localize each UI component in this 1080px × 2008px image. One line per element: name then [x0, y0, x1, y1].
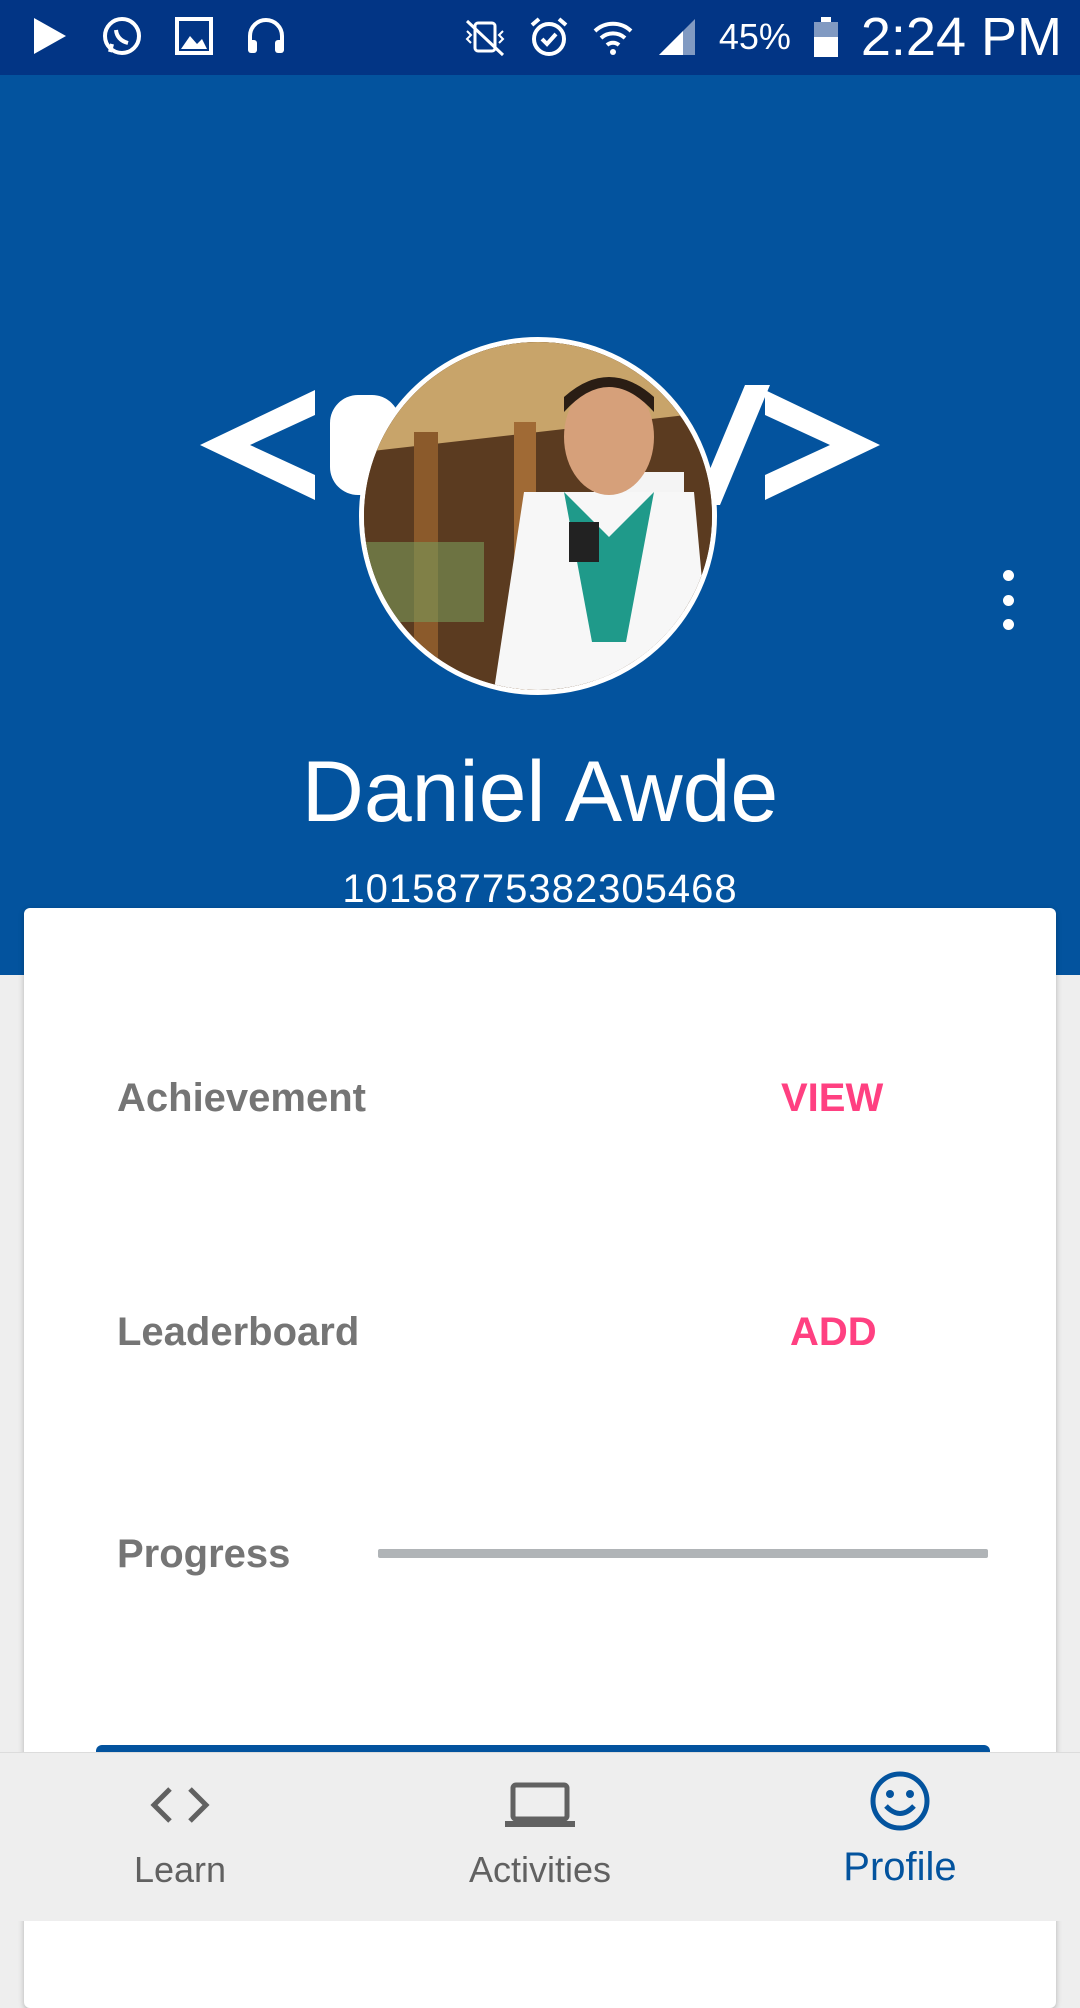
add-leaderboard-button[interactable]: ADD	[790, 1310, 877, 1355]
bottom-navigation: Learn Activities Profile	[0, 1752, 1080, 1921]
clock: 2:24 PM	[860, 7, 1062, 67]
profile-avatar[interactable]	[359, 337, 717, 695]
status-bar: 45% 2:24 PM	[0, 0, 1080, 75]
alarm-icon	[530, 17, 568, 56]
gallery-icon	[175, 17, 213, 55]
leaderboard-label: Leaderboard	[117, 1310, 360, 1354]
battery-percent: 45%	[718, 16, 791, 57]
more-options-icon[interactable]	[990, 570, 1026, 630]
battery-icon	[813, 17, 838, 57]
code-icon	[150, 1787, 210, 1823]
nav-activities-label: Activities	[468, 1849, 612, 1890]
achievement-label: Achievement	[117, 1076, 366, 1120]
play-store-icon	[34, 18, 66, 54]
progress-bar	[378, 1549, 988, 1558]
nav-profile-label: Profile	[843, 1845, 957, 1889]
profile-name: Daniel Awde	[301, 744, 779, 840]
nav-activities[interactable]: Activities	[360, 1753, 720, 1921]
progress-label: Progress	[117, 1532, 291, 1576]
smiley-icon	[870, 1771, 930, 1831]
profile-header: Daniel Awde 10158775382305468	[0, 75, 1080, 975]
avatar-photo	[364, 342, 712, 690]
vibrate-mute-icon	[465, 19, 505, 57]
whatsapp-icon	[103, 17, 141, 55]
headset-icon	[248, 18, 284, 53]
nav-profile[interactable]: Profile	[720, 1753, 1080, 1921]
view-achievement-button[interactable]: VIEW	[781, 1076, 883, 1121]
signal-icon	[658, 19, 695, 55]
profile-id: 10158775382305468	[342, 867, 738, 911]
nav-learn-label: Learn	[133, 1849, 227, 1890]
wifi-icon	[593, 21, 633, 55]
laptop-icon	[505, 1782, 575, 1827]
nav-learn[interactable]: Learn	[0, 1753, 360, 1921]
